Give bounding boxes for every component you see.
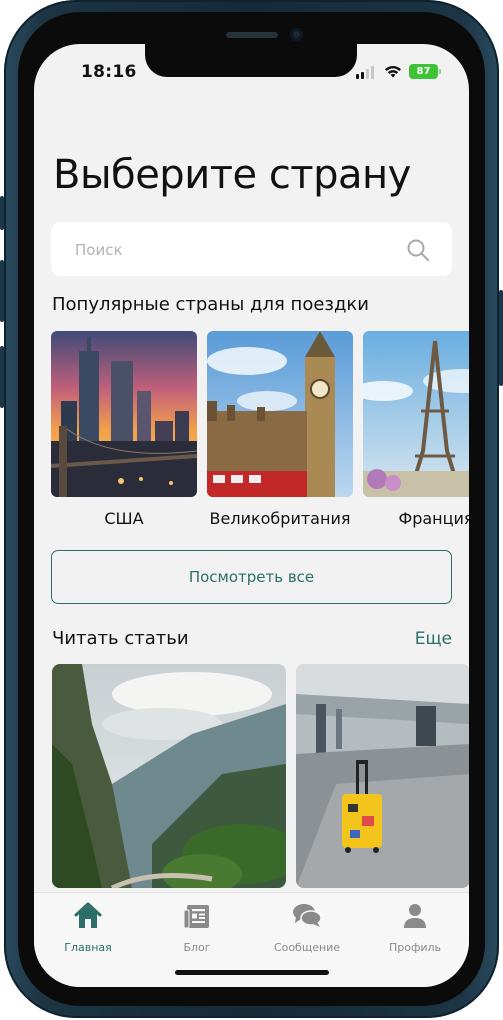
profile-icon: [404, 904, 426, 928]
wifi-icon: [385, 66, 401, 78]
country-card-uk[interactable]: Великобритания: [207, 331, 353, 528]
front-camera: [290, 28, 303, 41]
battery-indicator: 87: [409, 64, 438, 79]
search-input[interactable]: [73, 222, 397, 278]
tab-blog[interactable]: Блог: [152, 901, 242, 954]
tab-label: Главная: [64, 941, 112, 954]
status-time: 18:16: [81, 62, 137, 82]
power-button: [499, 290, 503, 386]
search-bar[interactable]: [51, 222, 452, 278]
articles-carousel[interactable]: [52, 664, 469, 888]
battery-tip: [439, 69, 441, 74]
articles-heading: Читать статьи: [52, 628, 189, 649]
more-articles-link[interactable]: Еще: [415, 629, 452, 649]
tab-messages[interactable]: Сообщение: [262, 901, 352, 954]
usa-photo[interactable]: [51, 331, 197, 497]
page-title: Выберите страну: [53, 152, 411, 198]
tab-profile[interactable]: Профиль: [370, 901, 460, 954]
app-screen: 18:16 87 Выберите страну Популярные стра…: [34, 44, 469, 987]
silent-switch: [0, 196, 4, 230]
article-card-mountains[interactable]: [52, 664, 286, 888]
cellular-signal-icon: [356, 66, 376, 79]
volume-up-button: [0, 260, 4, 322]
country-card-usa[interactable]: США: [51, 331, 197, 528]
view-all-button[interactable]: Посмотреть все: [51, 550, 452, 604]
country-name: Франция: [398, 509, 469, 528]
notch: [145, 44, 357, 77]
tab-label: Блог: [183, 941, 211, 954]
country-name: Великобритания: [209, 509, 351, 528]
tab-label: Сообщение: [273, 941, 341, 954]
earpiece-speaker: [226, 32, 278, 38]
search-icon[interactable]: [406, 238, 430, 262]
tab-label: Профиль: [388, 941, 442, 954]
popular-countries-heading: Популярные страны для поездки: [52, 294, 369, 315]
countries-carousel[interactable]: США Великобритания Франция: [51, 331, 469, 531]
article-card-airport[interactable]: [296, 664, 469, 888]
volume-down-button: [0, 346, 4, 408]
home-indicator[interactable]: [175, 970, 329, 975]
country-card-france[interactable]: Франция: [363, 331, 469, 528]
country-name: США: [104, 509, 144, 528]
france-photo[interactable]: [363, 331, 469, 497]
tab-home[interactable]: Главная: [43, 901, 133, 954]
home-icon: [74, 902, 102, 928]
blog-icon: [183, 905, 209, 929]
uk-photo[interactable]: [207, 331, 353, 497]
message-icon: [293, 904, 322, 927]
